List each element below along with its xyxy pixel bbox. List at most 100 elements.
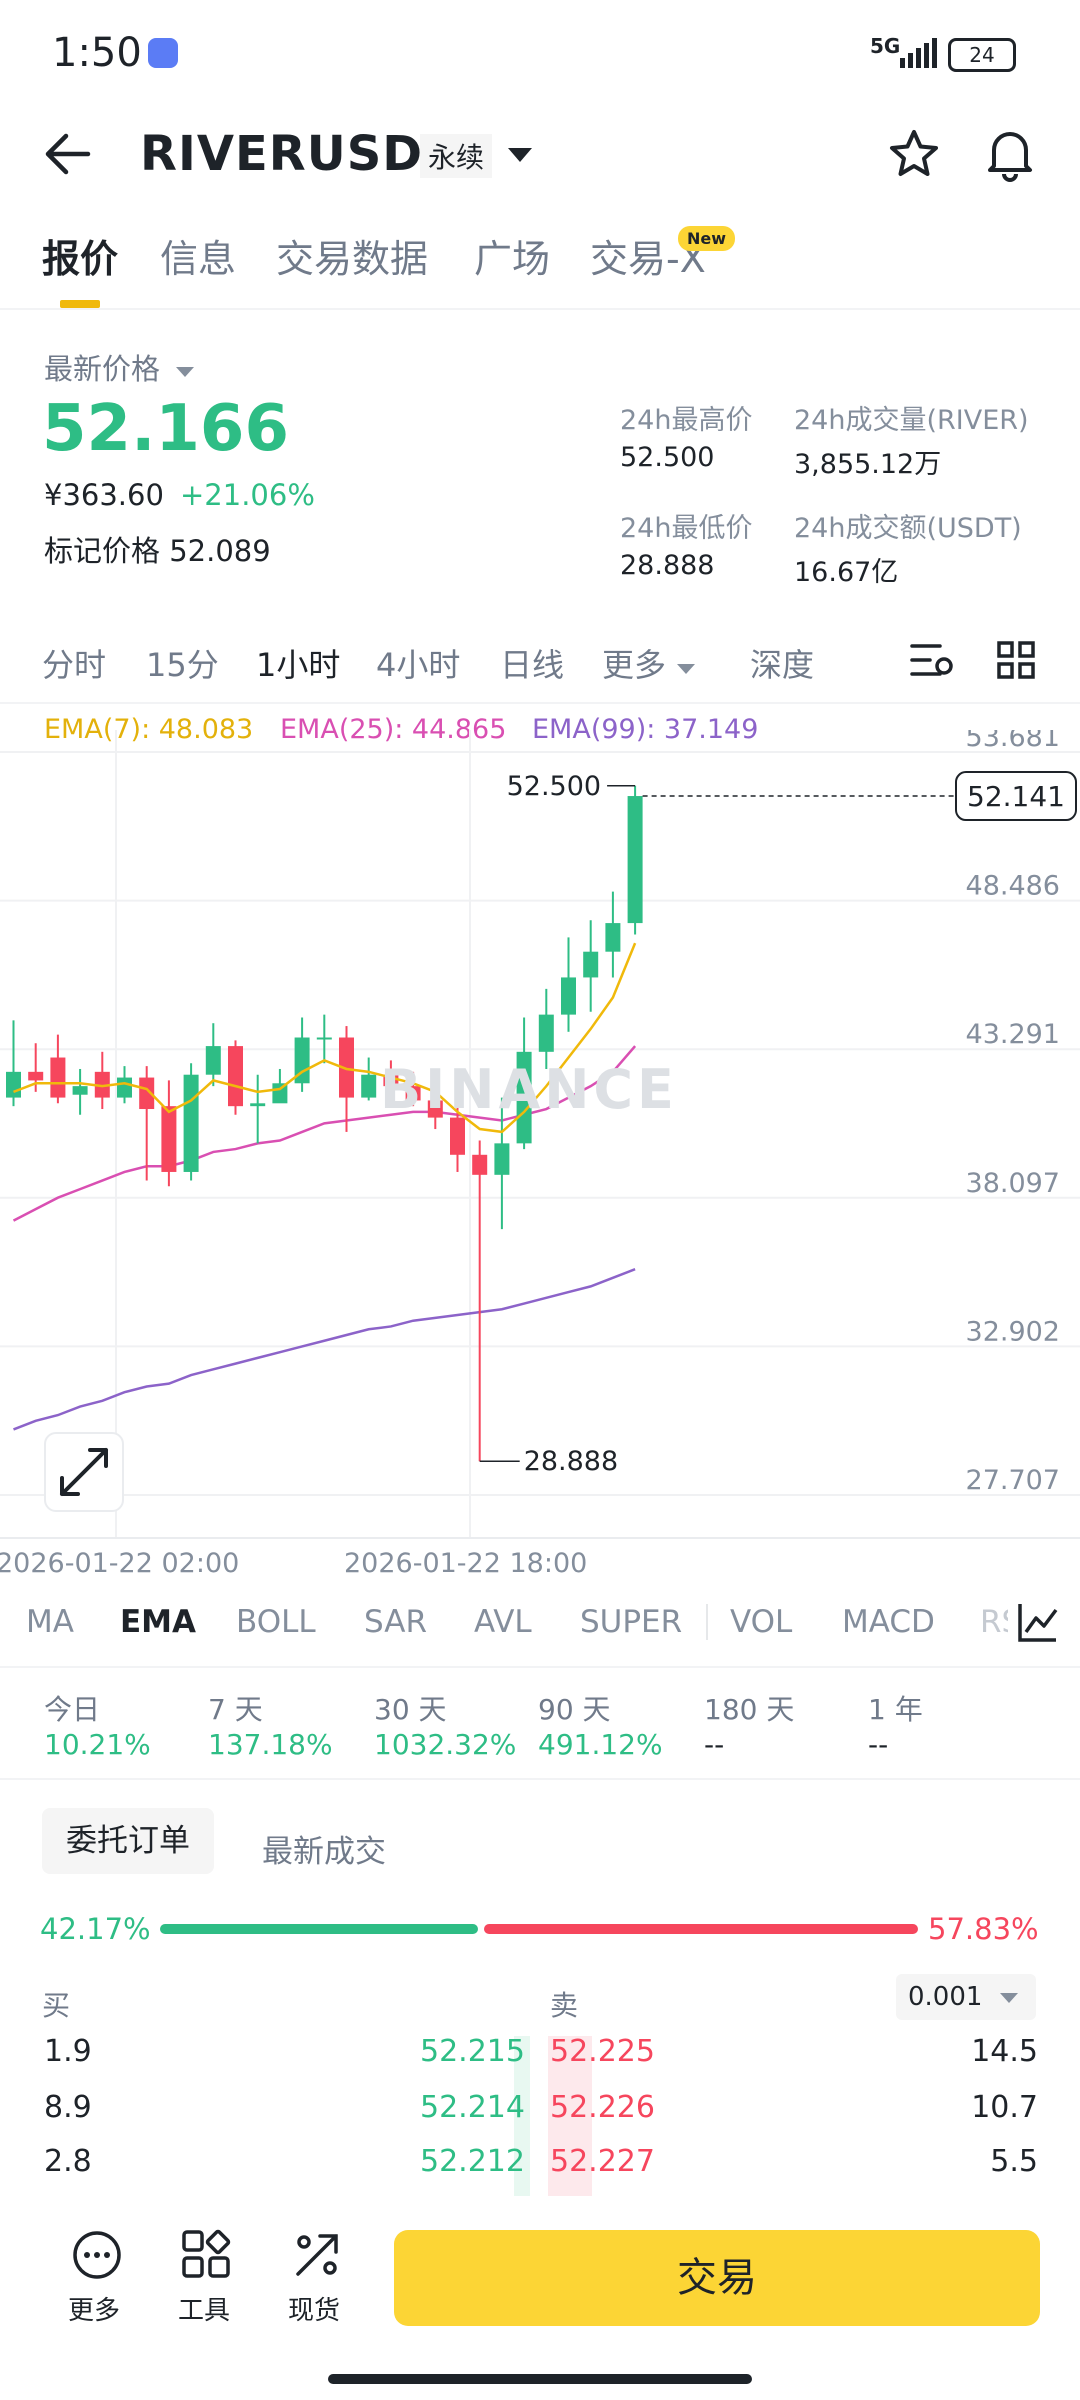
new-badge: New (678, 226, 736, 251)
timeframe-more[interactable]: 更多 (602, 640, 696, 686)
mark-price-label: 标记价格 (44, 534, 161, 568)
perf-1y-label: 1 年 (868, 1693, 923, 1726)
nav-spot-label: 现货 (288, 2296, 341, 2326)
bid-price[interactable]: 52.214 (420, 2090, 525, 2125)
perf-today-label: 今日 (44, 1693, 101, 1726)
tab-recent-trades[interactable]: 最新成交 (262, 1826, 386, 1871)
symbol-dropdown-icon[interactable] (506, 146, 534, 164)
timeframe-more-label: 更多 (602, 646, 667, 684)
y-tick-label: 38.097 (966, 1168, 1060, 1199)
latest-price-label-text: 最新价格 (44, 352, 161, 386)
bid-price[interactable]: 52.215 (420, 2034, 525, 2069)
candle-body (250, 1103, 266, 1107)
latest-price-label[interactable]: 最新价格 (44, 346, 195, 388)
ask-price[interactable]: 52.225 (550, 2034, 655, 2069)
home-indicator[interactable] (328, 2374, 752, 2384)
indicator-rsi[interactable]: RSI (980, 1604, 1008, 1640)
network-label: 5G (870, 34, 901, 58)
mark-price: 标记价格 52.089 (44, 528, 271, 570)
tab-trading-data[interactable]: 交易数据 (276, 228, 428, 283)
ask-qty: 10.7 (971, 2090, 1038, 2125)
indicator-separator (706, 1604, 708, 1640)
stat-volume-value: 3,855.12万 (794, 449, 942, 480)
indicator-vol[interactable]: VOL (730, 1604, 792, 1640)
divider (0, 1666, 1080, 1668)
current-price-label: 52.141 (967, 780, 1065, 813)
indicator-ema[interactable]: EMA (120, 1604, 196, 1640)
y-tick-label: 43.291 (966, 1019, 1060, 1050)
tools-grid-icon (182, 2229, 231, 2278)
y-tick-label: 27.707 (966, 1465, 1060, 1496)
candle-body (472, 1154, 488, 1175)
timeframe-15m[interactable]: 15分 (146, 640, 219, 686)
spot-swap-icon (296, 2234, 338, 2276)
candle-body (183, 1074, 199, 1172)
perf-1y-value: -- (868, 1728, 889, 1761)
candle-body (6, 1071, 21, 1098)
candle-body (228, 1046, 243, 1107)
signal-icon (900, 38, 937, 68)
y-tick-label: 48.486 (966, 871, 1060, 902)
ask-qty: 14.5 (971, 2034, 1038, 2069)
bid-price[interactable]: 52.212 (420, 2144, 525, 2179)
candle-body (561, 977, 576, 1015)
candle-body (538, 1014, 554, 1052)
sell-ratio: 57.83% (928, 1912, 1039, 1946)
battery-icon: 24 (948, 38, 1016, 72)
indicator-super[interactable]: SUPER (580, 1604, 682, 1640)
indicator-settings-icon[interactable] (1016, 1600, 1060, 1644)
indicator-macd[interactable]: MACD (842, 1604, 935, 1640)
caret-down-icon (176, 367, 195, 377)
caret-down-icon (999, 1993, 1018, 2003)
favorite-star-icon[interactable] (888, 128, 940, 180)
precision-selector[interactable]: 0.001 (896, 1974, 1036, 2020)
back-arrow-icon[interactable] (44, 132, 92, 176)
stat-turnover-label: 24h成交额(USDT) (794, 513, 1022, 544)
indicator-avl[interactable]: AVL (474, 1604, 532, 1640)
chart-settings-icon[interactable] (910, 640, 954, 680)
tab-info[interactable]: 信息 (160, 228, 236, 283)
sell-column-header: 卖 (550, 1989, 579, 2022)
x-tick-label: 2026-01-22 02:00 (0, 1548, 239, 1579)
ask-price[interactable]: 52.226 (550, 2090, 655, 2125)
trade-button[interactable]: 交易 (394, 2230, 1040, 2326)
timeframe-1d[interactable]: 日线 (500, 640, 564, 686)
tab-quote[interactable]: 报价 (42, 228, 118, 283)
stat-turnover-value: 16.67亿 (794, 557, 899, 588)
more-dots-icon (73, 2231, 121, 2279)
perf-90d-value: 491.12% (538, 1728, 663, 1761)
tab-order-book[interactable]: 委托订单 (42, 1808, 214, 1874)
candlestick-chart[interactable]: 53.681 48.486 43.291 38.097 32.902 27.707 52.1… (0, 730, 1080, 1580)
candle-body (205, 1046, 221, 1075)
stat-high-value: 52.500 (620, 442, 715, 473)
low-marker-label: 28.888 (524, 1446, 618, 1477)
status-time: 1:50 (52, 30, 142, 76)
nav-spot[interactable] (290, 2228, 350, 2288)
symbol-title[interactable]: RIVERUSDT (140, 126, 457, 182)
nav-more-label: 更多 (68, 2296, 121, 2326)
timeframe-depth[interactable]: 深度 (750, 640, 814, 686)
indicator-ma[interactable]: MA (26, 1604, 74, 1640)
nav-tools[interactable] (180, 2228, 240, 2288)
layout-grid-icon[interactable] (996, 640, 1036, 680)
alert-bell-icon[interactable] (984, 126, 1036, 182)
perf-30d-value: 1032.32% (374, 1728, 517, 1761)
divider (0, 1778, 1080, 1780)
candle-body (50, 1057, 66, 1098)
sell-ratio-bar (484, 1924, 918, 1934)
app-notification-icon (148, 38, 178, 68)
candle-body (627, 796, 643, 924)
last-price: 52.166 (42, 392, 289, 466)
timeframe-4h[interactable]: 4小时 (376, 640, 460, 686)
candle-body (28, 1071, 44, 1081)
candle-body (316, 1037, 332, 1040)
timeframe-1h[interactable]: 1小时 (256, 640, 340, 686)
fullscreen-button[interactable] (44, 1432, 124, 1512)
ask-price[interactable]: 52.227 (550, 2144, 655, 2179)
timeframe-line[interactable]: 分时 (42, 640, 106, 686)
candle-body (361, 1074, 377, 1098)
tab-square[interactable]: 广场 (474, 228, 550, 283)
indicator-boll[interactable]: BOLL (236, 1604, 316, 1640)
price-change-percent: +21.06% (180, 478, 315, 512)
indicator-sar[interactable]: SAR (364, 1604, 427, 1640)
